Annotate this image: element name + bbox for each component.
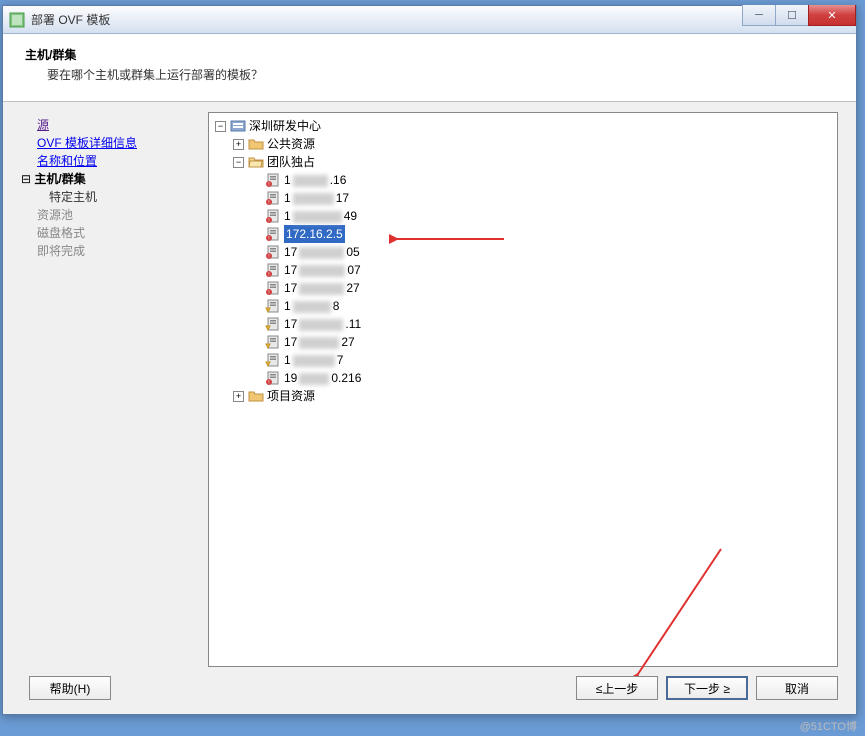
wizard-header: 主机/群集 要在哪个主机或群集上运行部署的模板？ [3,34,856,102]
tree-label: 1XXX7 [284,351,343,369]
tree-label: 172.16.2.5 [284,225,345,243]
page-subtitle: 要在哪个主机或群集上运行部署的模板？ [47,66,834,83]
tree-label: 1XXX17 [284,189,349,207]
cancel-button[interactable]: 取消 [756,676,838,700]
expander-icon[interactable]: + [233,391,244,402]
tree-row-host[interactable]: ! 1XXX49 [213,207,833,225]
host-icon [265,334,281,350]
tree-label: 19XXX0.216 [284,369,361,387]
host-icon: ! [265,226,281,242]
folder-open-icon [248,154,264,170]
tree-label: 17XXX07 [284,261,361,279]
host-icon: ! [265,262,281,278]
expander-icon[interactable]: − [233,157,244,168]
svg-text:!: ! [268,182,269,188]
tree-row-host[interactable]: ! 1XXX17 [213,189,833,207]
window-controls: ─ ☐ ✕ [743,5,856,26]
folder-icon [248,136,264,152]
back-button[interactable]: ≤上一步 [576,676,658,700]
svg-text:!: ! [268,200,269,206]
host-icon [265,316,281,332]
tree-row-host[interactable]: ! 17XXX05 [213,243,833,261]
maximize-button[interactable]: ☐ [775,5,809,26]
host-icon: ! [265,208,281,224]
host-icon [265,352,281,368]
host-icon: ! [265,280,281,296]
close-button[interactable]: ✕ [808,5,856,26]
svg-text:!: ! [268,218,269,224]
tree-row-folder[interactable]: + 公共资源 [213,135,833,153]
datacenter-icon [230,118,246,134]
tree-row-host[interactable]: ! 1XXX.16 [213,171,833,189]
tree-row-host[interactable]: ! 172.16.2.5 [213,225,833,243]
page-title: 主机/群集 [25,46,834,63]
tree-row-host[interactable]: 17XXX27 [213,333,833,351]
tree-label: 17XXX27 [284,279,360,297]
tree-row-host[interactable]: 17XXX.11 [213,315,833,333]
nav-resource-pool: 资源池 [37,206,200,224]
host-icon: ! [265,370,281,386]
nav-host-cluster: 主机/群集 [21,170,200,188]
host-icon: ! [265,244,281,260]
minimize-button[interactable]: ─ [742,5,776,26]
tree-label: 深圳研发中心 [249,117,321,135]
tree-label: 团队独占 [267,153,315,171]
tree-label: 17XXX.11 [284,315,361,333]
host-icon: ! [265,190,281,206]
tree-label: 1XXX8 [284,297,339,315]
host-icon: ! [265,172,281,188]
tree-row-folder[interactable]: − 团队独占 [213,153,833,171]
tree-row-folder[interactable]: + 项目资源 [213,387,833,405]
window-title: 部署 OVF 模板 [31,11,110,28]
nav-ovf-details[interactable]: OVF 模板详细信息 [37,134,200,152]
nav-name-location[interactable]: 名称和位置 [37,152,200,170]
host-tree[interactable]: − 深圳研发中心 + 公共资源 − 团队独占 [208,112,838,667]
tree-row-host[interactable]: 1XXX8 [213,297,833,315]
next-button[interactable]: 下一步 ≥ [666,676,748,700]
tree-row-datacenter[interactable]: − 深圳研发中心 [213,117,833,135]
tree-label: 17XXX05 [284,243,360,261]
nav-source[interactable]: 源 [37,116,200,134]
tree-label: 1XXX49 [284,207,357,225]
svg-text:!: ! [268,380,269,386]
tree-label: 公共资源 [267,135,315,153]
expander-icon[interactable]: + [233,139,244,150]
nav-specific-host: 特定主机 [49,188,200,206]
tree-row-host[interactable]: 1XXX7 [213,351,833,369]
tree-label: 项目资源 [267,387,315,405]
tree-row-host[interactable]: ! 17XXX07 [213,261,833,279]
nav-ready: 即将完成 [37,242,200,260]
svg-text:!: ! [268,236,269,242]
tree-row-host[interactable]: ! 17XXX27 [213,279,833,297]
watermark: @51CTO博 [800,718,857,734]
nav-disk-format: 磁盘格式 [37,224,200,242]
content-area: 源 OVF 模板详细信息 名称和位置 主机/群集 特定主机 资源池 磁盘格式 即… [3,102,856,677]
svg-text:!: ! [268,290,269,296]
host-icon [265,298,281,314]
svg-text:!: ! [268,272,269,278]
tree-label: 17XXX27 [284,333,355,351]
expander-icon[interactable]: − [215,121,226,132]
button-bar: 帮助(H) ≤上一步 下一步 ≥ 取消 [3,676,856,700]
wizard-nav: 源 OVF 模板详细信息 名称和位置 主机/群集 特定主机 资源池 磁盘格式 即… [13,112,208,667]
titlebar[interactable]: 部署 OVF 模板 ─ ☐ ✕ [3,6,856,34]
dialog-window: 部署 OVF 模板 ─ ☐ ✕ 主机/群集 要在哪个主机或群集上运行部署的模板？… [2,5,857,715]
help-button[interactable]: 帮助(H) [29,676,111,700]
tree-row-host[interactable]: ! 19XXX0.216 [213,369,833,387]
app-icon [9,12,25,28]
svg-text:!: ! [268,254,269,260]
tree-label: 1XXX.16 [284,171,346,189]
folder-icon [248,388,264,404]
